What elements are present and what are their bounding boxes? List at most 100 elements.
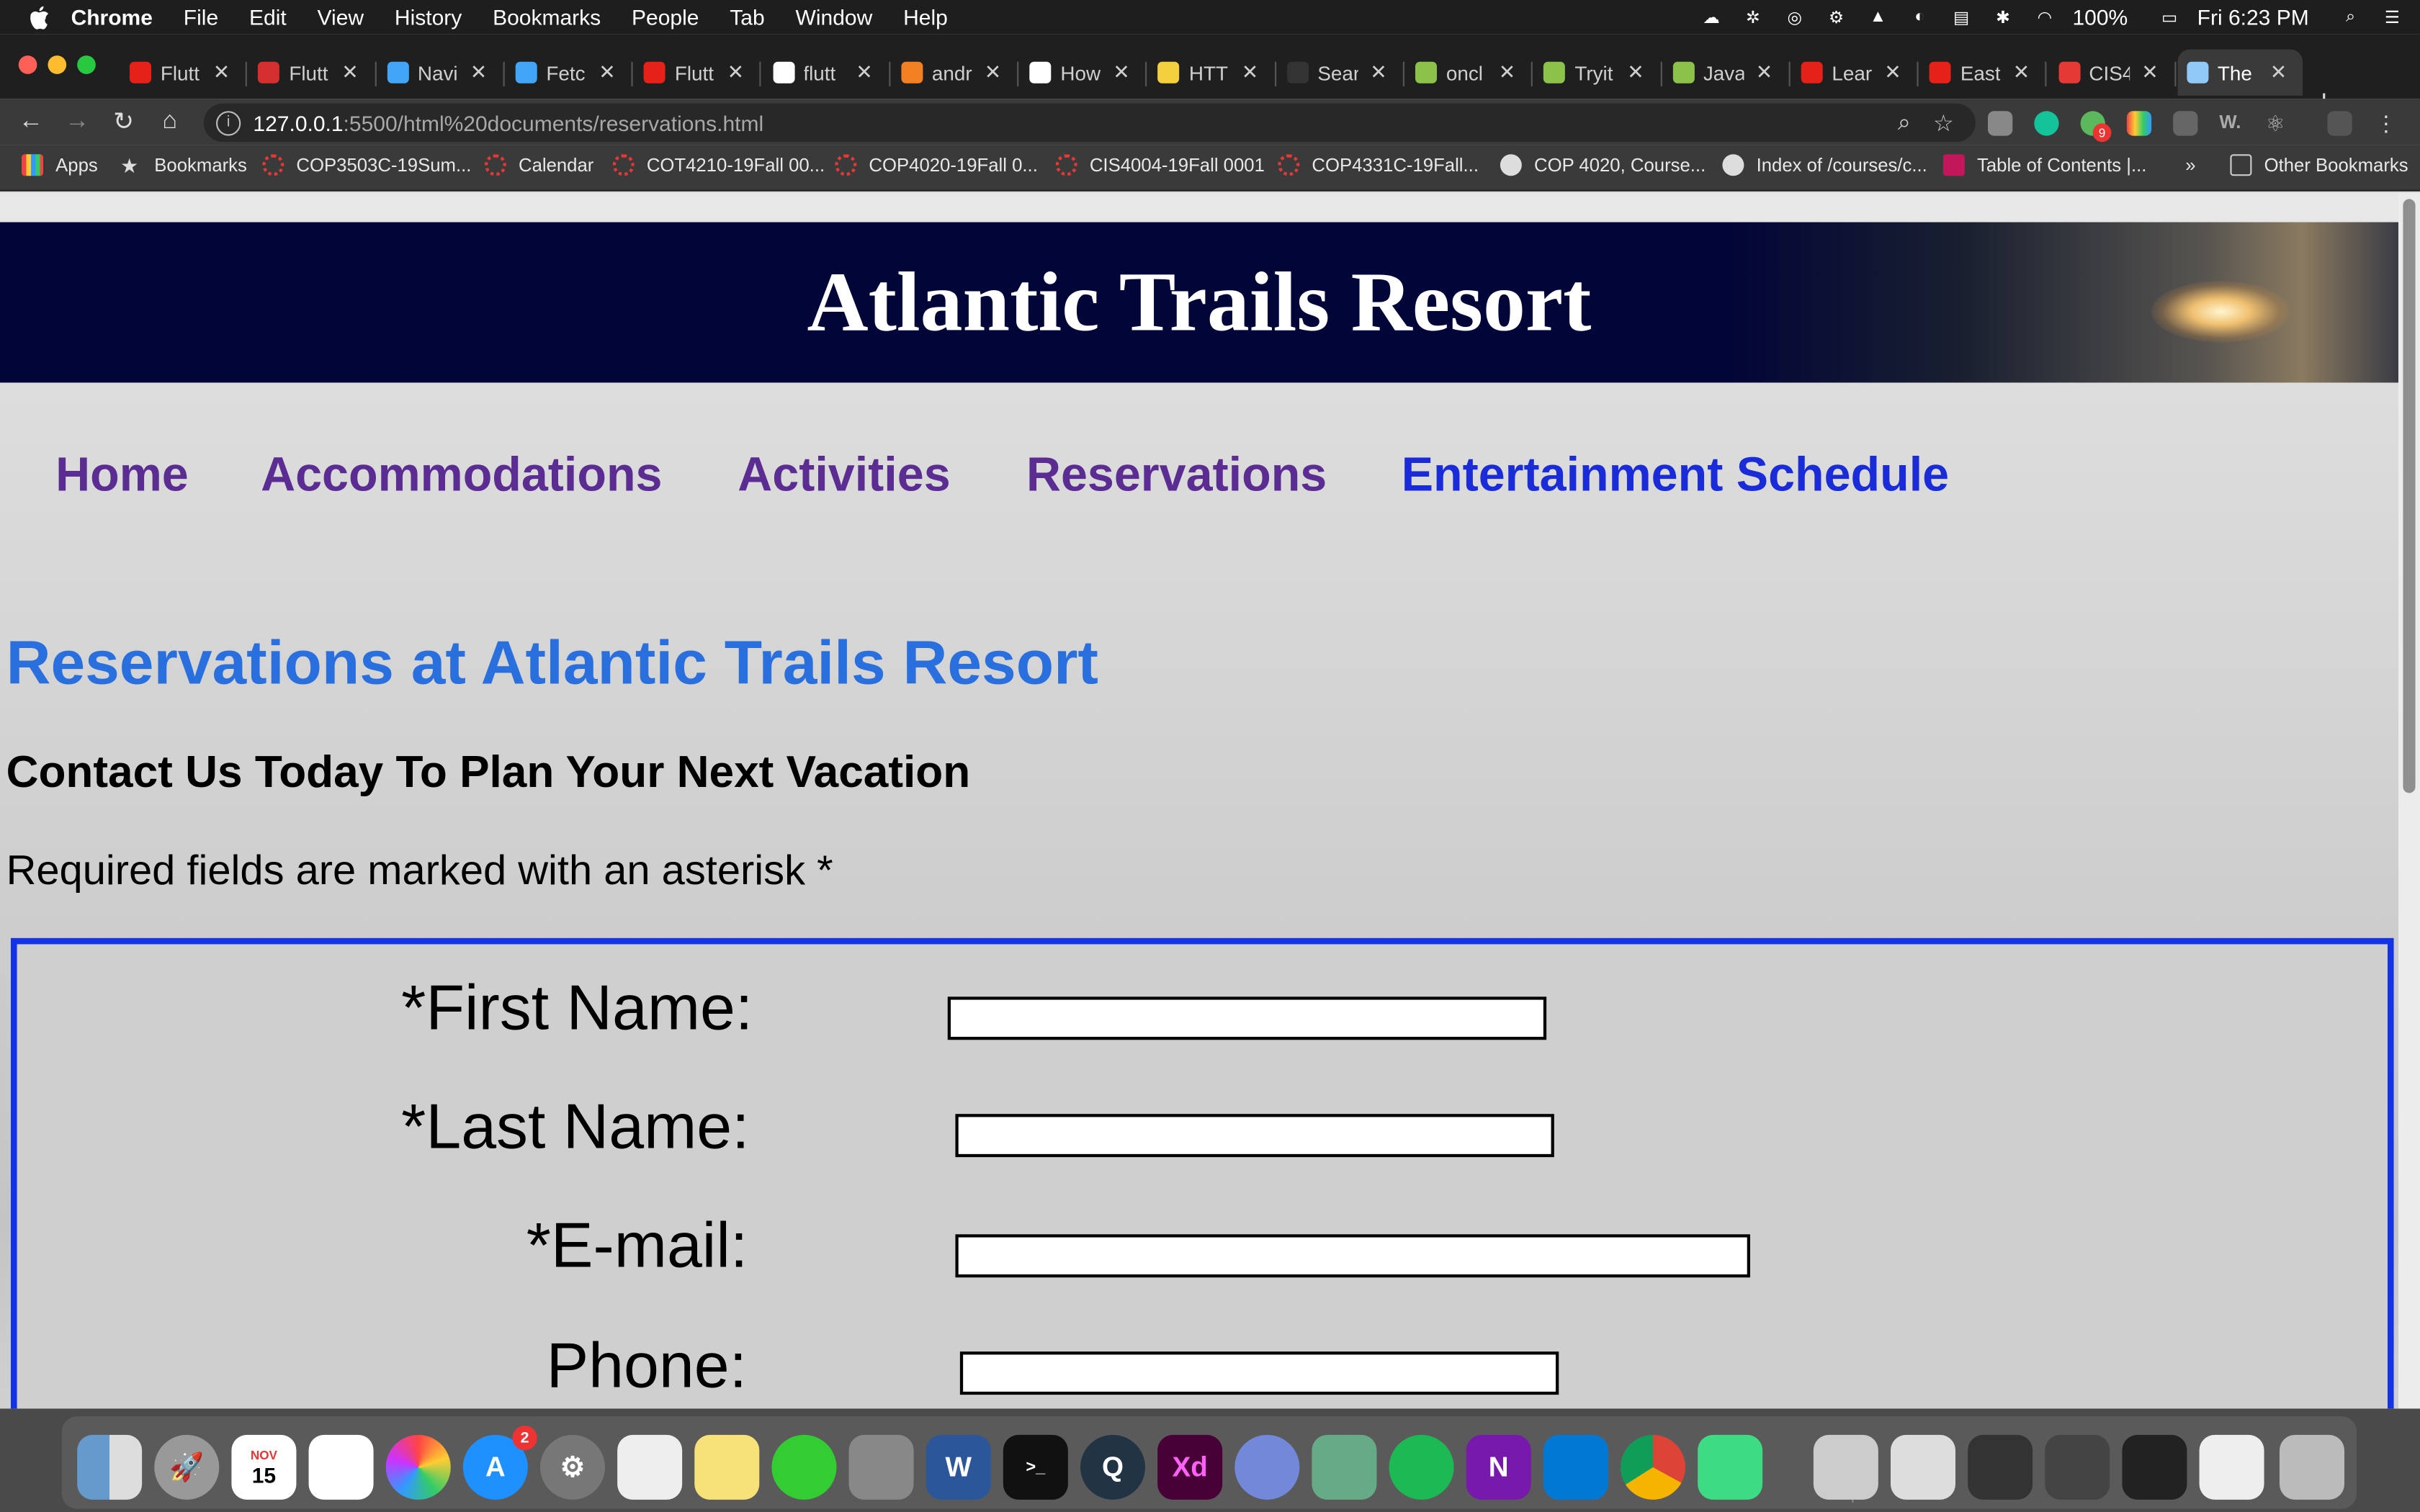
grammarly-icon[interactable]	[2034, 111, 2059, 136]
image-capture-icon[interactable]	[1312, 1434, 1377, 1500]
profile-icon[interactable]	[2327, 111, 2352, 136]
w-extension-icon[interactable]: W.	[2219, 111, 2244, 135]
nav-home[interactable]: Home	[55, 447, 189, 503]
tab-close-icon[interactable]: ✕	[1499, 60, 1515, 85]
wifi-icon[interactable]: ◠	[2031, 6, 2059, 28]
tab-close-icon[interactable]: ✕	[1756, 60, 1773, 85]
zoom-window-button[interactable]	[77, 55, 96, 74]
bookmark-cot4210[interactable]: COT4210-19Fall 00...	[612, 154, 825, 176]
minimized-window-icon[interactable]	[2199, 1434, 2264, 1500]
bookmark-apps[interactable]: Apps	[22, 154, 98, 176]
cloud-icon[interactable]: ☁	[1698, 6, 1726, 28]
minimized-window-icon[interactable]	[2045, 1434, 2110, 1500]
tab-close-icon[interactable]: ✕	[599, 60, 615, 85]
minimized-window-icon[interactable]	[1813, 1434, 1878, 1500]
scrollbar-thumb[interactable]	[2403, 199, 2416, 793]
nav-activities[interactable]: Activities	[738, 447, 950, 503]
browser-tab[interactable]: Flutt ✕	[635, 50, 762, 96]
settings-icon[interactable]: ⚙	[1822, 6, 1850, 28]
bookmark-other[interactable]: Other Bookmarks	[2230, 154, 2408, 176]
bookmark-calendar[interactable]: Calendar	[484, 154, 593, 176]
photos-icon[interactable]	[385, 1434, 451, 1500]
wechat-icon[interactable]	[771, 1434, 837, 1500]
bookmark-index-courses[interactable]: Index of /courses/c...	[1722, 154, 1927, 176]
tab-close-icon[interactable]: ✕	[2013, 60, 2030, 85]
minimized-window-icon[interactable]	[1891, 1434, 1955, 1500]
menu-window[interactable]: Window	[796, 4, 873, 29]
browser-tab[interactable]: Fetc ✕	[506, 50, 633, 96]
browser-tab[interactable]: Lear ✕	[1792, 50, 1919, 96]
drive-icon[interactable]: ▲	[1864, 6, 1892, 28]
browser-tab[interactable]: Flutt ✕	[249, 50, 376, 96]
nav-entertainment-schedule[interactable]: Entertainment Schedule	[1402, 447, 1949, 503]
menu-edit[interactable]: Edit	[249, 4, 287, 29]
minimized-window-icon[interactable]	[1968, 1434, 2033, 1500]
extension-icon[interactable]	[1988, 111, 2013, 136]
minimize-window-button[interactable]	[48, 55, 67, 74]
launchpad-icon[interactable]: 🚀	[154, 1434, 220, 1500]
tab-close-icon[interactable]: ✕	[1370, 60, 1386, 85]
menu-chrome[interactable]: Chrome	[71, 4, 153, 29]
browser-tab[interactable]: andr ✕	[892, 50, 1019, 96]
bookmarks-overflow-button[interactable]: »	[2185, 154, 2195, 176]
zoom-icon[interactable]: ⌕	[1898, 109, 1911, 135]
discord-icon[interactable]	[1234, 1434, 1300, 1500]
finder-icon[interactable]	[77, 1434, 143, 1500]
tab-close-icon[interactable]: ✕	[856, 60, 872, 85]
menu-bookmarks[interactable]: Bookmarks	[493, 4, 601, 29]
system-preferences-icon[interactable]: ⚙	[540, 1434, 605, 1500]
preview-icon[interactable]	[848, 1434, 914, 1500]
bookmark-cop4020[interactable]: COP4020-19Fall 0...	[835, 154, 1038, 176]
minimized-window-icon[interactable]	[2122, 1434, 2187, 1500]
react-devtools-icon[interactable]: ⚛	[2266, 111, 2290, 135]
trash-icon[interactable]	[2280, 1434, 2344, 1500]
textedit-icon[interactable]	[617, 1434, 683, 1500]
home-button[interactable]: ⌂	[154, 107, 185, 138]
quicktime-icon[interactable]: Q	[1080, 1434, 1145, 1500]
chrome-icon[interactable]	[1621, 1434, 1685, 1500]
bookmark-cop4020-course[interactable]: COP 4020, Course...	[1500, 154, 1706, 176]
browser-tab[interactable]: Navi ✕	[377, 50, 505, 96]
bookmark-bookmarks[interactable]: ★ Bookmarks	[120, 154, 247, 177]
bluetooth-icon[interactable]: ✱	[1989, 6, 2017, 28]
browser-tab[interactable]: Java ✕	[1663, 50, 1791, 96]
browser-tab[interactable]: The ✕	[2177, 49, 2303, 96]
android-studio-icon[interactable]	[1698, 1434, 1763, 1500]
apple-icon[interactable]	[28, 5, 50, 29]
menu-view[interactable]: View	[318, 4, 364, 29]
drive-extension-icon[interactable]	[2173, 111, 2198, 136]
forward-button[interactable]: →	[62, 107, 93, 138]
terminal-icon[interactable]: >_	[1003, 1434, 1068, 1500]
clock[interactable]: Fri 6:23 PM	[2197, 4, 2309, 29]
color-extension-icon[interactable]	[2126, 111, 2152, 136]
notification-center-icon[interactable]: ☰	[2378, 6, 2406, 28]
reminders-icon[interactable]	[308, 1434, 374, 1500]
calendar-icon[interactable]: NOV 15	[231, 1434, 297, 1500]
nav-accommodations[interactable]: Accommodations	[261, 447, 662, 503]
browser-tab[interactable]: CIS4 ✕	[2049, 50, 2176, 96]
close-window-button[interactable]	[18, 55, 37, 74]
tab-close-icon[interactable]: ✕	[2141, 60, 2158, 85]
stickies-icon[interactable]	[694, 1434, 760, 1500]
extension-badge-icon[interactable]: 9	[2080, 111, 2112, 143]
circle-icon[interactable]: ◐	[1906, 6, 1934, 28]
phone-input[interactable]	[959, 1351, 1559, 1395]
vscode-icon[interactable]	[1543, 1434, 1608, 1500]
page-scrollbar[interactable]	[2398, 192, 2420, 1409]
first-name-input[interactable]	[947, 996, 1547, 1040]
more-menu-icon[interactable]: ⋮	[2374, 111, 2398, 135]
word-icon[interactable]: W	[926, 1434, 991, 1500]
tab-close-icon[interactable]: ✕	[470, 60, 487, 85]
bookmark-cop3503[interactable]: COP3503C-19Sum...	[262, 154, 471, 176]
browser-tab[interactable]: Sear ✕	[1278, 50, 1404, 96]
browser-tab[interactable]: HTT ✕	[1149, 50, 1276, 96]
browser-tab[interactable]: flutt ✕	[763, 50, 890, 96]
tab-close-icon[interactable]: ✕	[1242, 60, 1258, 85]
address-bar[interactable]: i 127.0.0.1:5500/html%20documents/reserv…	[203, 103, 1976, 143]
browser-tab[interactable]: Tryit ✕	[1535, 50, 1662, 96]
tab-close-icon[interactable]: ✕	[1627, 60, 1644, 85]
menu-history[interactable]: History	[395, 4, 462, 29]
tab-close-icon[interactable]: ✕	[727, 60, 744, 85]
tab-close-icon[interactable]: ✕	[213, 60, 230, 85]
tab-close-icon[interactable]: ✕	[1113, 60, 1129, 85]
